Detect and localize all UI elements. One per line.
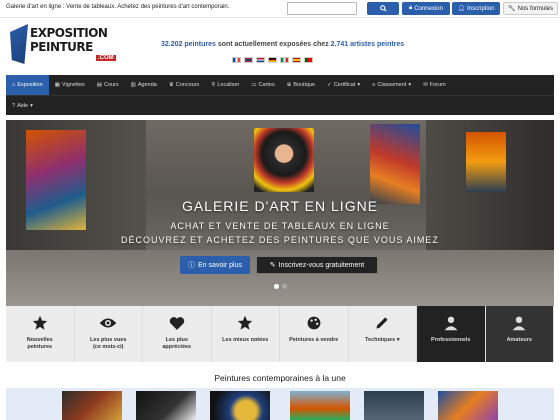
- nav-item-localiser[interactable]: ⚲ Localiser: [205, 75, 245, 95]
- search-input[interactable]: [287, 2, 357, 15]
- category-7[interactable]: Professionnels: [417, 306, 486, 362]
- hero-subtitle-1: ACHAT ET VENTE DE TABLEAUX EN LIGNE: [170, 221, 390, 231]
- nav-item-agenda[interactable]: ▥ Agenda: [125, 75, 163, 95]
- category-1[interactable]: Nouvelles peintures: [6, 306, 75, 362]
- calendar-icon: ▥: [130, 82, 136, 88]
- heart-icon: [168, 314, 186, 332]
- star-icon: [31, 314, 49, 332]
- carousel-dots: [274, 284, 287, 289]
- nav-item-classement[interactable]: ≡ Classement ▾: [366, 75, 417, 95]
- main-nav-row2: ? Aide ▾: [6, 95, 554, 115]
- hero-banner: GALERIE D'ART EN LIGNE ACHAT ET VENTE DE…: [6, 120, 554, 306]
- shop-icon: ⊕: [286, 82, 292, 88]
- thumbnail[interactable]: [290, 391, 350, 420]
- featured-thumbnails: [6, 388, 554, 420]
- flag-pt-icon[interactable]: [304, 57, 313, 63]
- edit-icon: ✎: [269, 262, 276, 269]
- formulas-button[interactable]: 🔧︎ Nos formules: [503, 2, 558, 15]
- grid-icon: ▦: [54, 82, 60, 88]
- hero-painting-far-right: [466, 132, 506, 192]
- wrench-icon: 🔧︎: [508, 6, 516, 12]
- chevron-down-icon: ▾: [408, 82, 412, 88]
- signup-free-button[interactable]: ✎ Inscrivez-vous gratuitement: [256, 256, 378, 274]
- flag-fr-icon[interactable]: [232, 57, 241, 63]
- language-flags: [232, 57, 313, 63]
- thumbnail[interactable]: [210, 391, 270, 420]
- site-tagline: Galerie d'art en ligne : Vente de tablea…: [6, 4, 230, 10]
- flag-es-icon[interactable]: [292, 57, 301, 63]
- nav-item-vignettes[interactable]: ▦ Vignettes: [49, 75, 91, 95]
- pencil-icon: [373, 314, 391, 332]
- chevron-down-icon: ▾: [30, 103, 33, 109]
- carousel-dot[interactable]: [282, 284, 287, 289]
- ranking-icon: ≡: [372, 82, 376, 88]
- hero-painting-right: [370, 124, 420, 204]
- thumbnail[interactable]: [364, 391, 424, 420]
- nav-item-concours[interactable]: ♛ Concours: [163, 75, 205, 95]
- nav-item-boutique[interactable]: ⊕ Boutique: [281, 75, 321, 95]
- category-8[interactable]: Amateurs: [485, 306, 554, 362]
- learn-more-button[interactable]: ⓘ En savoir plus: [180, 256, 250, 274]
- logo-brush-icon: [10, 24, 28, 64]
- category-2[interactable]: Les plus vues (ce mois-ci): [74, 306, 143, 362]
- home-icon: ⌂: [12, 82, 16, 88]
- main-nav: ⌂ Exposition ▦ Vignettes ▤ Cours ▥ Agenda ♛ Conco…: [6, 75, 554, 95]
- category-bar: Nouvelles peintures Les plus vues (ce moi…: [6, 306, 554, 362]
- category-3[interactable]: Les plus appréciées: [143, 306, 212, 362]
- login-button[interactable]: 🔒︎ Connexion: [402, 2, 450, 15]
- nav-item-certificat[interactable]: ✓ Certificat ▾: [321, 75, 366, 95]
- category-5[interactable]: Peintures à vendre: [280, 306, 349, 362]
- site-stats: 32.202 peintures sont actuellement expos…: [161, 41, 405, 48]
- search-icon: [379, 5, 387, 12]
- book-icon: ▤: [96, 82, 102, 88]
- category-6[interactable]: Techniques ▾: [348, 306, 417, 362]
- flag-en-icon[interactable]: [244, 57, 253, 63]
- flag-nl-icon[interactable]: [256, 57, 265, 63]
- nav-item-forum[interactable]: ✉ Forum: [417, 75, 452, 95]
- thumbnail[interactable]: [136, 391, 196, 420]
- flag-de-icon[interactable]: [268, 57, 277, 63]
- hero-title: GALERIE D'ART EN LIGNE: [181, 198, 379, 214]
- eye-icon: [99, 314, 117, 332]
- help-icon: ?: [12, 103, 16, 109]
- forum-icon: ✉: [423, 82, 428, 88]
- user-plus-icon: 👤︎: [457, 6, 466, 12]
- chevron-down-icon: ▾: [357, 82, 361, 88]
- nav-item-exposition[interactable]: ⌂ Exposition: [6, 75, 49, 95]
- carousel-dot[interactable]: [274, 284, 279, 289]
- certificate-icon: ✓: [327, 82, 332, 88]
- star-icon: [236, 314, 254, 332]
- hero-painting-center: [254, 128, 314, 192]
- thumbnail[interactable]: [438, 391, 498, 420]
- card-icon: ▭: [251, 82, 257, 88]
- nav-item-aide[interactable]: ? Aide ▾: [6, 96, 554, 116]
- flag-it-icon[interactable]: [280, 57, 289, 63]
- lock-icon: 🔒︎: [409, 5, 413, 11]
- section-title: Peintures contemporaines à la une: [214, 373, 346, 383]
- info-icon: ⓘ: [188, 262, 196, 269]
- site-logo[interactable]: EXPOSITION PEINTURE .COM: [8, 22, 132, 66]
- nav-item-cours[interactable]: ▤ Cours: [91, 75, 125, 95]
- top-bar: Galerie d'art en ligne : Vente de tablea…: [0, 0, 560, 18]
- nav-item-cartes[interactable]: ▭ Cartes: [245, 75, 280, 95]
- register-button[interactable]: 👤︎ Inscription: [452, 2, 500, 15]
- hero-painting-left: [26, 130, 86, 230]
- hero-subtitle-2: DÉCOUVREZ ET ACHETEZ DES PEINTURES QUE V…: [121, 235, 439, 245]
- location-icon: ⚲: [211, 82, 216, 88]
- category-4[interactable]: Les mieux notées: [211, 306, 280, 362]
- palette-icon: [305, 314, 323, 332]
- search-button[interactable]: [367, 2, 399, 15]
- trophy-icon: ♛: [168, 82, 174, 88]
- user-icon: [510, 314, 528, 332]
- thumbnail[interactable]: [62, 391, 122, 420]
- user-icon: [442, 314, 460, 332]
